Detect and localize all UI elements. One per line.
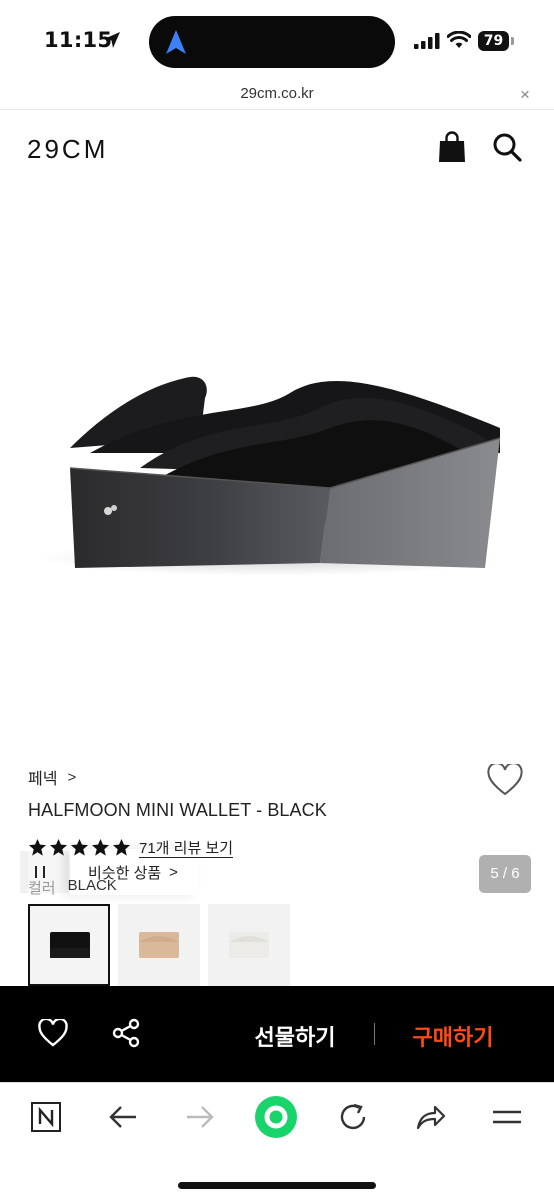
location-arrow-icon bbox=[104, 32, 120, 48]
wallet-thumbnail-beige bbox=[139, 932, 179, 958]
buy-button[interactable]: 구매하기 bbox=[388, 1020, 518, 1052]
wallet-product-photo bbox=[40, 376, 501, 576]
dynamic-island bbox=[149, 16, 395, 68]
green-home-icon[interactable] bbox=[254, 1095, 298, 1139]
wallet-thumbnail-black bbox=[50, 932, 90, 958]
product-name: HALFMOON MINI WALLET - BLACK bbox=[28, 800, 327, 820]
url-bar[interactable]: 29cm.co.kr × bbox=[0, 82, 554, 110]
search-icon[interactable] bbox=[492, 132, 522, 162]
back-arrow-icon[interactable] bbox=[107, 1101, 139, 1133]
wifi-icon bbox=[447, 31, 471, 48]
color-swatches bbox=[28, 904, 298, 986]
reload-icon[interactable] bbox=[337, 1101, 369, 1133]
star-icon bbox=[49, 838, 68, 856]
reviews-link[interactable]: 71개 리뷰 보기 bbox=[139, 837, 233, 858]
star-icon bbox=[91, 838, 110, 856]
swatch-black[interactable] bbox=[28, 904, 110, 986]
rating-row: 71개 리뷰 보기 bbox=[28, 837, 233, 858]
color-label: 컬러 bbox=[28, 880, 56, 897]
image-page-indicator: 5 / 6 bbox=[479, 855, 531, 893]
wishlist-heart-icon[interactable] bbox=[38, 1019, 68, 1047]
rating-stars bbox=[28, 838, 131, 857]
swatch-ivory[interactable] bbox=[208, 904, 290, 986]
cellular-signal-icon bbox=[414, 33, 440, 49]
brand-link[interactable]: 페넥 > bbox=[28, 765, 76, 789]
battery-level: 79 bbox=[478, 31, 509, 51]
swatch-beige[interactable] bbox=[118, 904, 200, 986]
product-image-gallery[interactable]: 비슷한 상품 > 5 / 6 bbox=[0, 183, 554, 895]
status-bar: 11:15 79 bbox=[0, 0, 554, 82]
gift-button[interactable]: 선물하기 bbox=[230, 1020, 360, 1052]
battery-indicator: 79 bbox=[478, 31, 514, 51]
star-icon bbox=[112, 838, 131, 856]
url-text[interactable]: 29cm.co.kr bbox=[0, 85, 554, 102]
color-value: BLACK bbox=[67, 877, 117, 894]
app-header: 29CM bbox=[0, 111, 554, 183]
bag-icon[interactable] bbox=[437, 131, 467, 163]
heart-icon[interactable] bbox=[487, 764, 523, 796]
close-icon[interactable]: × bbox=[516, 86, 534, 104]
purchase-action-bar: 선물하기 구매하기 bbox=[0, 986, 554, 1082]
chevron-right-icon: > bbox=[169, 863, 178, 881]
site-logo[interactable]: 29CM bbox=[27, 134, 108, 165]
brand-name: 페넥 bbox=[28, 771, 58, 788]
wallet-thumbnail-ivory bbox=[229, 932, 269, 958]
browser-toolbar bbox=[0, 1082, 554, 1200]
menu-icon[interactable] bbox=[491, 1101, 523, 1133]
naver-n-icon[interactable] bbox=[30, 1101, 62, 1133]
home-indicator bbox=[178, 1182, 376, 1189]
chevron-right-icon: > bbox=[67, 768, 77, 786]
star-icon bbox=[70, 838, 89, 856]
forward-arrow-icon[interactable] bbox=[184, 1101, 216, 1133]
star-icon bbox=[28, 838, 47, 856]
navigation-arrow-icon bbox=[166, 30, 186, 54]
share-arrow-icon[interactable] bbox=[414, 1101, 446, 1133]
share-icon[interactable] bbox=[111, 1018, 141, 1048]
action-divider bbox=[374, 1023, 375, 1045]
color-row: 컬러 BLACK bbox=[28, 877, 117, 898]
battery-nub bbox=[511, 37, 514, 45]
